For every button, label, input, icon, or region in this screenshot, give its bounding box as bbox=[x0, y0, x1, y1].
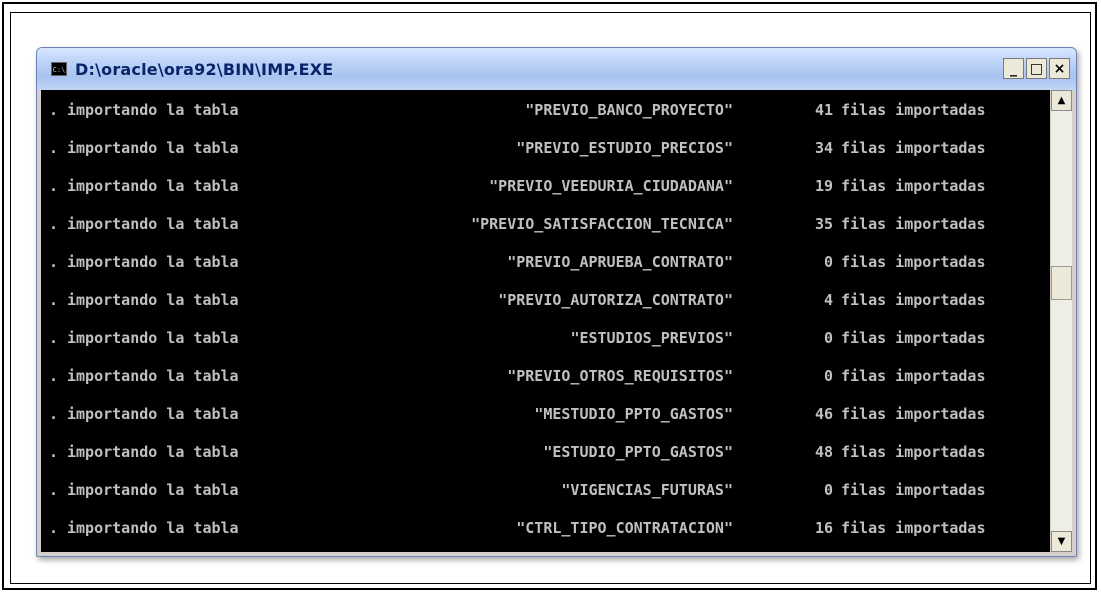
line-prefix: . bbox=[49, 177, 59, 195]
line-row-count: 46 bbox=[814, 405, 833, 423]
window-title: D:\oracle\ora92\BIN\IMP.EXE bbox=[75, 59, 334, 79]
line-label: filas importadas bbox=[841, 177, 986, 195]
line-prefix: . bbox=[49, 253, 59, 271]
line-row-count: 0 bbox=[823, 329, 833, 347]
line-action: importando la tabla bbox=[67, 291, 239, 309]
line-table-name: "PREVIO_BANCO_PROYECTO" bbox=[525, 101, 733, 119]
console-line: . importando la tabla "PREVIO_VEEDURIA_CIU… bbox=[41, 168, 1050, 206]
console-line: . importando la tabla "PREVIO_OTROS_REQUIS… bbox=[41, 358, 1050, 396]
line-table-name: "ESTUDIOS_PREVIOS" bbox=[570, 329, 733, 347]
console-line: . importando la tabla "VIGENCIAS_FUTURAS" 0… bbox=[41, 472, 1050, 510]
line-row-count: 48 bbox=[814, 443, 833, 461]
line-row-count: 0 bbox=[823, 253, 833, 271]
line-label: filas importadas bbox=[841, 443, 986, 461]
console-output[interactable]: . importando la tabla "PREVIO_BANCO_PROYEC… bbox=[41, 90, 1050, 552]
scroll-thumb[interactable] bbox=[1051, 266, 1072, 300]
line-label: filas importadas bbox=[841, 101, 986, 119]
line-table-name: "MESTUDIO_PPTO_GASTOS" bbox=[534, 405, 733, 423]
console-line: . importando la tabla "ESTUDIOS_PREVIOS" 0 f… bbox=[41, 320, 1050, 358]
line-table-name: "VIGENCIAS_FUTURAS" bbox=[561, 481, 733, 499]
line-table-name: "ESTUDIO_PPTO_GASTOS" bbox=[543, 443, 733, 461]
line-label: filas importadas bbox=[841, 215, 986, 233]
line-table-name: "PREVIO_ESTUDIO_PRECIOS" bbox=[516, 139, 733, 157]
line-prefix: . bbox=[49, 367, 59, 385]
scroll-down-button[interactable]: ▼ bbox=[1051, 531, 1072, 552]
line-prefix: . bbox=[49, 215, 59, 233]
console-line: . importando la tabla "PREVIO_ESTUDIO_PREC… bbox=[41, 130, 1050, 168]
line-action: importando la tabla bbox=[67, 215, 239, 233]
line-action: importando la tabla bbox=[67, 443, 239, 461]
arrow-down-icon: ▼ bbox=[1057, 536, 1066, 547]
line-label: filas importadas bbox=[841, 253, 986, 271]
line-table-name: "PREVIO_APRUEBA_CONTRATO" bbox=[507, 253, 733, 271]
line-label: filas importadas bbox=[841, 519, 986, 537]
console-line: . importando la tabla "MESTUDIO_PPTO_GASTO… bbox=[41, 396, 1050, 434]
line-row-count: 34 bbox=[814, 139, 833, 157]
console-line: . importando la tabla "PREVIO_SATISFACCION… bbox=[41, 206, 1050, 244]
line-prefix: . bbox=[49, 291, 59, 309]
line-label: filas importadas bbox=[841, 481, 986, 499]
line-action: importando la tabla bbox=[67, 177, 239, 195]
line-table-name: "CTRL_TIPO_CONTRATACION" bbox=[516, 519, 733, 537]
line-action: importando la tabla bbox=[67, 367, 239, 385]
line-action: importando la tabla bbox=[67, 329, 239, 347]
line-label: filas importadas bbox=[841, 139, 986, 157]
vertical-scrollbar[interactable]: ▲ ▼ bbox=[1051, 90, 1072, 552]
line-action: importando la tabla bbox=[67, 519, 239, 537]
line-row-count: 0 bbox=[823, 481, 833, 499]
line-prefix: . bbox=[49, 139, 59, 157]
line-action: importando la tabla bbox=[67, 101, 239, 119]
console-icon[interactable]: C:\ bbox=[51, 62, 67, 76]
close-button[interactable]: × bbox=[1049, 58, 1070, 79]
line-label: filas importadas bbox=[841, 367, 986, 385]
console-line: . importando la tabla "CTRL_TIPO_CONTRATAC… bbox=[41, 510, 1050, 548]
line-label: filas importadas bbox=[841, 329, 986, 347]
title-bar[interactable]: C:\ D:\oracle\ora92\BIN\IMP.EXE _ □ × bbox=[37, 48, 1076, 90]
console-line: . importando la tabla "PREVIO_BANCO_PROYEC… bbox=[41, 92, 1050, 130]
line-action: importando la tabla bbox=[67, 253, 239, 271]
line-row-count: 16 bbox=[814, 519, 833, 537]
line-prefix: . bbox=[49, 519, 59, 537]
console-window: C:\ D:\oracle\ora92\BIN\IMP.EXE _ □ × . i… bbox=[36, 47, 1077, 557]
line-row-count: 41 bbox=[814, 101, 833, 119]
arrow-up-icon: ▲ bbox=[1057, 95, 1066, 106]
maximize-button[interactable]: □ bbox=[1026, 58, 1047, 79]
line-row-count: 4 bbox=[823, 291, 833, 309]
console-line: . importando la tabla "PREVIO_AUTORIZA_CON… bbox=[41, 282, 1050, 320]
scroll-up-button[interactable]: ▲ bbox=[1051, 90, 1072, 111]
line-table-name: "PREVIO_VEEDURIA_CIUDADANA" bbox=[489, 177, 733, 195]
line-label: filas importadas bbox=[841, 405, 986, 423]
line-table-name: "PREVIO_AUTORIZA_CONTRATO" bbox=[498, 291, 733, 309]
line-row-count: 19 bbox=[814, 177, 833, 195]
line-row-count: 35 bbox=[814, 215, 833, 233]
line-action: importando la tabla bbox=[67, 405, 239, 423]
line-prefix: . bbox=[49, 329, 59, 347]
window-controls: _ □ × bbox=[1003, 58, 1070, 79]
minimize-button[interactable]: _ bbox=[1003, 58, 1024, 79]
line-prefix: . bbox=[49, 481, 59, 499]
console-line: . importando la tabla "ESTUDIO_PPTO_GASTOS… bbox=[41, 434, 1050, 472]
line-prefix: . bbox=[49, 405, 59, 423]
console-line: . importando la tabla "PREVIO_APRUEBA_CONT… bbox=[41, 244, 1050, 282]
line-action: importando la tabla bbox=[67, 139, 239, 157]
line-table-name: "PREVIO_OTROS_REQUISITOS" bbox=[507, 367, 733, 385]
line-prefix: . bbox=[49, 101, 59, 119]
line-row-count: 0 bbox=[823, 367, 833, 385]
line-label: filas importadas bbox=[841, 291, 986, 309]
line-table-name: "PREVIO_SATISFACCION_TECNICA" bbox=[471, 215, 733, 233]
line-prefix: . bbox=[49, 443, 59, 461]
line-action: importando la tabla bbox=[67, 481, 239, 499]
